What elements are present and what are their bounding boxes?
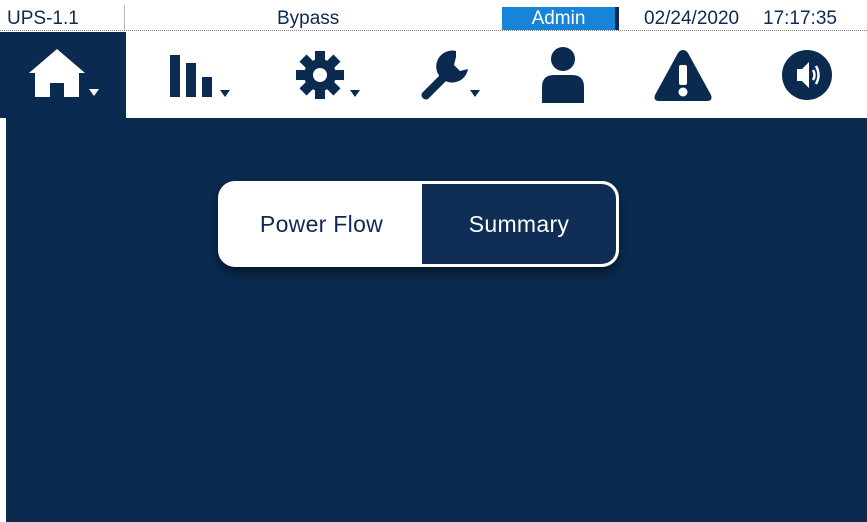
operating-mode: Bypass [277,8,340,29]
status-divider [124,5,125,31]
nav-measurements-button[interactable] [148,32,248,118]
main-panel: Power Flow Summary [6,118,867,522]
status-bar-divider [0,30,867,31]
view-toggle: Power Flow Summary [218,181,619,267]
status-bar: UPS-1.1 Bypass Admin 02/24/2020 17:17:35 [0,0,867,32]
nav-sound-button[interactable] [757,32,857,118]
nav-service-button[interactable] [400,32,500,118]
alarm-warning-icon [654,50,712,101]
user-badge[interactable]: Admin [502,7,619,30]
speaker-icon [782,50,832,100]
unit-name: UPS-1.1 [7,8,79,29]
nav-user-button[interactable] [513,32,613,118]
dropdown-arrow-icon [220,90,230,97]
nav-bar [0,32,867,118]
date-display: 02/24/2020 [644,8,740,29]
bar-chart-icon [170,55,230,97]
wrench-icon [421,50,480,100]
nav-settings-button[interactable] [278,32,378,118]
gear-icon [296,51,360,99]
dropdown-arrow-icon [470,90,480,97]
summary-tab[interactable]: Summary [422,184,616,264]
time-display: 17:17:35 [763,8,837,29]
user-icon [542,47,584,103]
power-flow-tab[interactable]: Power Flow [221,184,422,264]
home-icon [29,49,99,97]
dropdown-arrow-icon [89,89,99,96]
dropdown-arrow-icon [350,90,360,97]
nav-alarms-button[interactable] [633,32,733,118]
nav-home-button[interactable] [0,32,126,118]
